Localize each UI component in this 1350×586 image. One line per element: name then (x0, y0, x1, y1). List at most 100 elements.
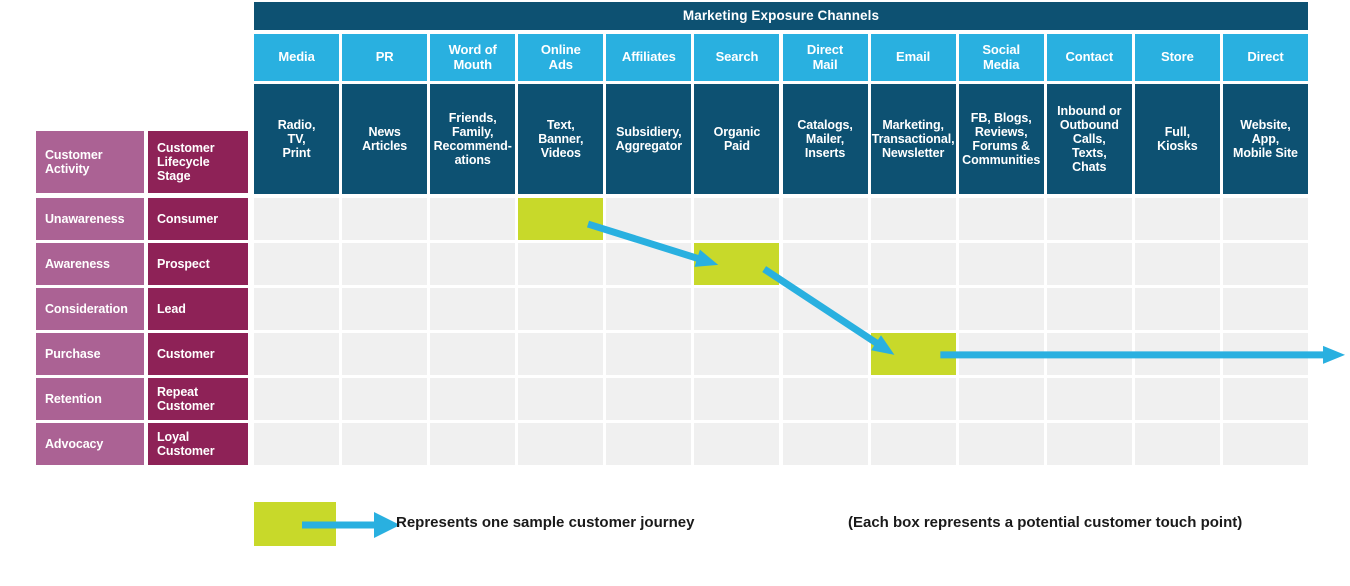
touchpoint-cell[interactable] (1222, 423, 1308, 465)
touchpoint-cell[interactable] (342, 378, 428, 420)
touchpoint-cell[interactable] (430, 423, 516, 465)
touchpoint-cell[interactable] (958, 198, 1044, 240)
touchpoint-cell[interactable] (694, 423, 780, 465)
touchpoint-cell-highlighted[interactable] (694, 243, 780, 285)
touchpoint-cell[interactable] (958, 378, 1044, 420)
touchpoint-cell[interactable] (606, 243, 692, 285)
touchpoint-cell[interactable] (782, 378, 868, 420)
activity-label-2[interactable]: Awareness (36, 243, 144, 285)
touchpoint-cell[interactable] (694, 378, 780, 420)
touchpoint-cell[interactable] (1222, 378, 1308, 420)
touchpoint-cell[interactable] (870, 423, 956, 465)
touchpoint-cell[interactable] (342, 423, 428, 465)
channel-header-4[interactable]: Online Ads (518, 34, 604, 81)
touchpoint-cell[interactable] (1046, 288, 1132, 330)
touchpoint-cell[interactable] (606, 333, 692, 375)
touchpoint-cell[interactable] (782, 288, 868, 330)
touchpoint-cell[interactable] (958, 288, 1044, 330)
touchpoint-cell[interactable] (870, 243, 956, 285)
touchpoint-cell[interactable] (870, 288, 956, 330)
touchpoint-cell[interactable] (870, 198, 956, 240)
touchpoint-cell[interactable] (1046, 243, 1132, 285)
touchpoint-cell[interactable] (1134, 288, 1220, 330)
channel-header-1[interactable]: Media (254, 34, 340, 81)
channel-header-2[interactable]: PR (342, 34, 428, 81)
touchpoint-cell[interactable] (1222, 243, 1308, 285)
lifecycle-stage-label-5[interactable]: Repeat Customer (148, 378, 248, 420)
channel-header-9[interactable]: Social Media (958, 34, 1044, 81)
touchpoint-cell[interactable] (518, 378, 604, 420)
touchpoint-cell[interactable] (1222, 198, 1308, 240)
touchpoint-cell[interactable] (606, 423, 692, 465)
touchpoint-cell[interactable] (342, 288, 428, 330)
channel-header-10[interactable]: Contact (1046, 34, 1132, 81)
channel-header-3[interactable]: Word of Mouth (430, 34, 516, 81)
touchpoint-cell[interactable] (254, 243, 340, 285)
touchpoint-cell[interactable] (342, 198, 428, 240)
touchpoint-cell[interactable] (782, 243, 868, 285)
touchpoint-cell[interactable] (430, 243, 516, 285)
touchpoint-cell[interactable] (254, 198, 340, 240)
touchpoint-cell[interactable] (606, 378, 692, 420)
touchpoint-cell[interactable] (254, 288, 340, 330)
channel-header-6[interactable]: Search (694, 34, 780, 81)
touchpoint-cell[interactable] (1046, 378, 1132, 420)
channel-detail-4: Text, Banner, Videos (518, 84, 604, 194)
touchpoint-cell[interactable] (1222, 333, 1308, 375)
lifecycle-stage-label-2[interactable]: Prospect (148, 243, 248, 285)
touchpoint-cell[interactable] (518, 423, 604, 465)
touchpoint-cell[interactable] (958, 423, 1044, 465)
touchpoint-cell[interactable] (606, 288, 692, 330)
touchpoint-cell[interactable] (254, 423, 340, 465)
touchpoint-cell[interactable] (1046, 333, 1132, 375)
touchpoint-cell[interactable] (518, 288, 604, 330)
touchpoint-cell[interactable] (782, 423, 868, 465)
touchpoint-cell[interactable] (606, 198, 692, 240)
touchpoint-cell[interactable] (958, 333, 1044, 375)
touchpoint-cell[interactable] (254, 333, 340, 375)
touchpoint-cell[interactable] (430, 198, 516, 240)
touchpoint-cell[interactable] (1134, 423, 1220, 465)
touchpoint-cell[interactable] (518, 333, 604, 375)
touchpoint-cell[interactable] (254, 378, 340, 420)
lifecycle-stage-label-1[interactable]: Consumer (148, 198, 248, 240)
channel-header-11[interactable]: Store (1134, 34, 1220, 81)
touchpoint-cell[interactable] (430, 288, 516, 330)
channel-detail-3: Friends, Family, Recommend-ations (430, 84, 516, 194)
touchpoint-cell[interactable] (1134, 198, 1220, 240)
channel-detail-1: Radio, TV, Print (254, 84, 340, 194)
lifecycle-stage-label-6[interactable]: Loyal Customer (148, 423, 248, 465)
channel-header-5[interactable]: Affiliates (606, 34, 692, 81)
lifecycle-stage-label-4[interactable]: Customer (148, 333, 248, 375)
channel-header-12[interactable]: Direct (1222, 34, 1308, 81)
touchpoint-cell[interactable] (1134, 333, 1220, 375)
channel-header-8[interactable]: Email (870, 34, 956, 81)
touchpoint-cell[interactable] (694, 333, 780, 375)
touchpoint-cell[interactable] (694, 198, 780, 240)
touchpoint-cell-highlighted[interactable] (870, 333, 956, 375)
touchpoint-cell-highlighted[interactable] (518, 198, 604, 240)
touchpoint-cell[interactable] (782, 333, 868, 375)
touchpoint-cell[interactable] (1134, 243, 1220, 285)
touchpoint-cell[interactable] (958, 243, 1044, 285)
activity-label-4[interactable]: Purchase (36, 333, 144, 375)
activity-label-1[interactable]: Unawareness (36, 198, 144, 240)
activity-label-5[interactable]: Retention (36, 378, 144, 420)
touchpoint-cell[interactable] (518, 243, 604, 285)
touchpoint-cell[interactable] (1134, 378, 1220, 420)
touchpoint-cell[interactable] (342, 333, 428, 375)
touchpoint-cell[interactable] (694, 288, 780, 330)
channel-header-7[interactable]: Direct Mail (782, 34, 868, 81)
touchpoint-cell[interactable] (782, 198, 868, 240)
touchpoint-cell[interactable] (1046, 423, 1132, 465)
touchpoint-cell[interactable] (430, 333, 516, 375)
touchpoint-cell[interactable] (1222, 288, 1308, 330)
marketing-touchpoint-matrix: Marketing Exposure Channels Media PR Word … (0, 0, 1350, 586)
activity-label-6[interactable]: Advocacy (36, 423, 144, 465)
lifecycle-stage-label-3[interactable]: Lead (148, 288, 248, 330)
activity-label-3[interactable]: Consideration (36, 288, 144, 330)
touchpoint-cell[interactable] (342, 243, 428, 285)
touchpoint-cell[interactable] (870, 378, 956, 420)
touchpoint-cell[interactable] (1046, 198, 1132, 240)
touchpoint-cell[interactable] (430, 378, 516, 420)
